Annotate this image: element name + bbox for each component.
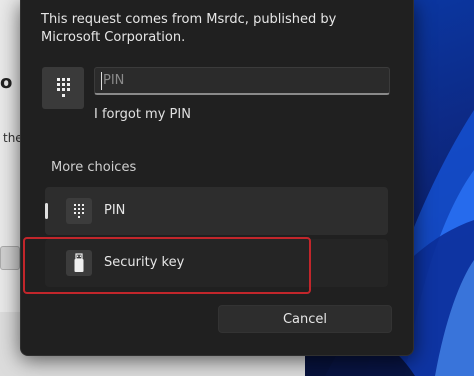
keypad-icon: [42, 67, 84, 109]
usb-key-icon: [66, 250, 92, 276]
keypad-icon: [66, 198, 92, 224]
option-security-key[interactable]: Security key: [45, 239, 388, 287]
usb-key-icon-graphic: [74, 253, 84, 272]
pin-input[interactable]: [94, 67, 390, 95]
keypad-icon-graphic: [74, 204, 84, 218]
option-label: PIN: [104, 203, 126, 218]
windows-security-dialog: This request comes from Msrdc, published…: [20, 0, 414, 356]
option-pin[interactable]: PIN: [45, 187, 388, 235]
more-choices-heading: More choices: [51, 160, 137, 175]
background-text: o: [0, 72, 13, 93]
background-control: [0, 246, 20, 270]
forgot-pin-link[interactable]: I forgot my PIN: [94, 107, 191, 122]
selection-indicator: [45, 203, 48, 219]
text-cursor: [101, 72, 102, 90]
cancel-button[interactable]: Cancel: [218, 305, 392, 333]
keypad-icon-graphic: [57, 78, 70, 97]
request-origin-text: This request comes from Msrdc, published…: [41, 12, 337, 45]
option-label: Security key: [104, 255, 185, 270]
